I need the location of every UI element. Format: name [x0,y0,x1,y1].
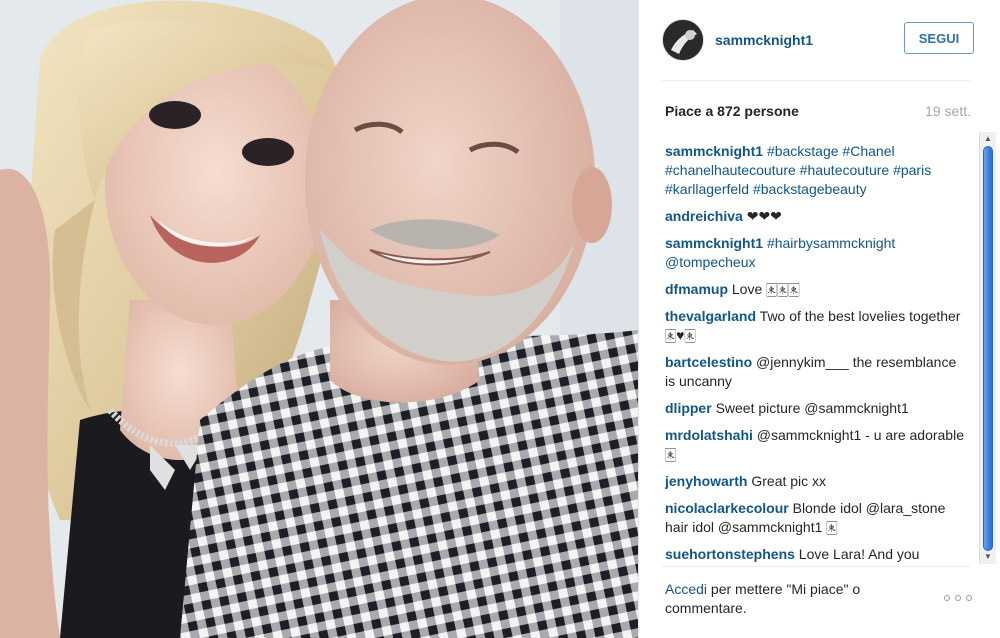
selfie-photo-image [0,0,638,638]
post-username-link[interactable]: sammcknight1 [715,32,813,48]
comment-text: Love Lara! And you [798,546,920,562]
comment-username[interactable]: dlipper [665,400,712,416]
comment-username[interactable]: sammcknight1 [665,143,763,159]
comment-item: nicolaclarkecolour Blonde idol @lara_sto… [665,499,965,537]
comment-item: thevalgarland Two of the best lovelies t… [665,307,965,345]
comment-username[interactable]: dfmamup [665,281,728,297]
comment-text: ❤❤❤ [746,208,782,224]
comment-username[interactable]: mrdolatshahi [665,427,753,443]
comment-item: dfmamup Love 🀀🀀🀀 [665,280,965,299]
comment-item: suehortonstephens Love Lara! And you [665,545,965,562]
comments-scrollbar[interactable]: ▲ ▼ [979,132,996,564]
post-age[interactable]: 19 sett. [925,103,971,119]
comment-item: jenyhowarth Great pic xx [665,472,965,491]
header-divider [662,80,970,81]
comment-username[interactable]: andreichiva [665,208,743,224]
post-photo[interactable] [0,0,638,638]
comment-text: Great pic xx [751,473,827,489]
comment-username[interactable]: suehortonstephens [665,546,795,562]
comment-item: bartcelestino @jennykim___ the resemblan… [665,353,965,391]
scroll-down-arrow-icon[interactable]: ▼ [980,550,996,564]
ellipsis-dot [955,595,961,601]
comment-username[interactable]: nicolaclarkecolour [665,500,789,516]
footer-divider [662,566,970,567]
comment-item: andreichiva ❤❤❤ [665,207,965,226]
ellipsis-dot [944,595,950,601]
ellipsis-icon[interactable] [944,592,972,604]
comment-text: Sweet picture @sammcknight1 [715,400,909,416]
likes-row: Piace a 872 persone 19 sett. [665,102,971,120]
comment-username[interactable]: bartcelestino [665,354,752,370]
comment-item: mrdolatshahi @sammcknight1 - u are adora… [665,426,965,464]
likes-count[interactable]: Piace a 872 persone [665,103,799,119]
comment-username[interactable]: thevalgarland [665,308,756,324]
scrollbar-thumb[interactable] [983,146,993,551]
comment-username[interactable]: jenyhowarth [665,473,747,489]
comment-username[interactable]: sammcknight1 [665,235,763,251]
comments-list[interactable]: sammcknight1 #backstage #Chanel #chanelh… [665,142,965,562]
comment-item: sammcknight1 #hairbysammcknight @tompech… [665,234,965,272]
follow-button[interactable]: SEGUI [904,22,974,54]
avatar-image [663,20,703,60]
login-prompt: Accedi per mettere "Mi piace" o commenta… [665,580,945,618]
comment-text: Love 🀀🀀🀀 [731,281,800,297]
scroll-up-arrow-icon[interactable]: ▲ [980,132,996,146]
post-header: sammcknight1 SEGUI [662,16,974,64]
comment-item: sammcknight1 #backstage #Chanel #chanelh… [665,142,965,199]
login-link[interactable]: Accedi [665,581,707,597]
ellipsis-dot [966,595,972,601]
comment-item: dlipper Sweet picture @sammcknight1 [665,399,965,418]
user-avatar[interactable] [662,19,704,61]
